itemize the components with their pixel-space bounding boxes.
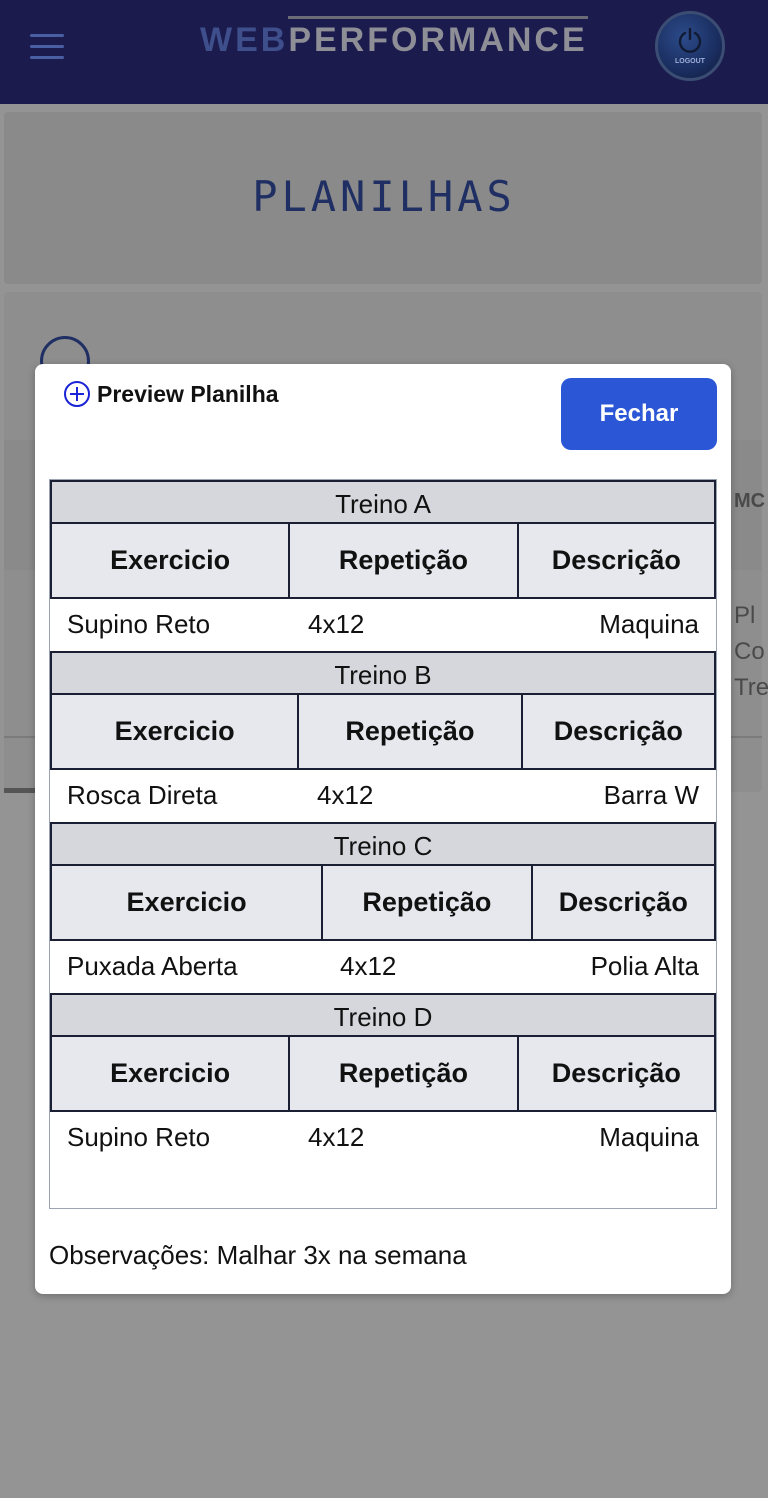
power-icon	[678, 27, 702, 53]
treino-block: Treino C Exercicio Repetição Descrição P…	[50, 822, 717, 993]
column-header-repeticao: Repetição	[290, 1037, 519, 1112]
preview-planilha-modal: Preview Planilha Fechar Treino A Exercic…	[35, 364, 731, 1294]
cell-repeticao: 4x12	[308, 1122, 365, 1152]
background-cell-text: Tre	[734, 674, 768, 701]
brand-performance-text: PERFORMANCE	[288, 16, 588, 59]
planilha-sheet: Treino A Exercicio Repetição Descrição S…	[49, 479, 717, 1209]
logout-button[interactable]: LOGOUT	[655, 11, 725, 81]
column-header-exercicio: Exercicio	[50, 695, 300, 770]
treino-block: Treino D Exercicio Repetição Descrição S…	[50, 993, 716, 1164]
cell-exercicio: Supino Reto	[67, 609, 211, 639]
treino-title: Treino A	[50, 480, 716, 524]
table-header-row: Exercicio Repetição Descrição	[50, 1037, 716, 1112]
column-header-descricao: Descrição	[518, 524, 716, 599]
page-title: PLANILHAS	[252, 172, 516, 221]
cell-exercicio: Puxada Aberta	[67, 951, 238, 981]
table-row: Supino Reto 4x12 Maquina	[50, 599, 716, 651]
cell-repeticao: 4x12	[308, 609, 365, 639]
cell-descricao: Maquina	[599, 1122, 699, 1152]
column-header-repeticao: Repetição	[299, 695, 523, 770]
modal-title: Preview Planilha	[97, 380, 279, 407]
column-header-descricao: Descrição	[518, 1037, 716, 1112]
column-header-descricao: Descrição	[532, 866, 717, 941]
table-header-row: Exercicio Repetição Descrição	[50, 866, 717, 941]
background-cell-text: Pl	[734, 602, 756, 629]
cell-descricao: Polia Alta	[590, 951, 699, 981]
treino-title: Treino B	[50, 651, 716, 695]
column-header-exercicio: Exercicio	[50, 866, 324, 941]
cell-repeticao: 4x12	[340, 951, 397, 981]
background-cell-text: Co	[734, 638, 765, 665]
hamburger-menu-icon[interactable]	[30, 34, 64, 60]
treino-block: Treino B Exercicio Repetição Descrição R…	[50, 651, 716, 822]
plus-circle-icon	[64, 381, 90, 407]
column-header-repeticao: Repetição	[290, 524, 519, 599]
logout-label: LOGOUT	[675, 58, 705, 65]
treino-title: Treino D	[50, 993, 716, 1037]
column-header-repeticao: Repetição	[323, 866, 533, 941]
cell-repeticao: 4x12	[317, 780, 374, 810]
table-header-row: Exercicio Repetição Descrição	[50, 695, 716, 770]
background-column-header: MC	[734, 490, 766, 512]
column-header-exercicio: Exercicio	[50, 1037, 291, 1112]
column-header-descricao: Descrição	[522, 695, 716, 770]
cell-descricao: Maquina	[599, 609, 699, 639]
divider	[4, 788, 38, 793]
treino-block: Treino A Exercicio Repetição Descrição S…	[50, 480, 716, 651]
cell-exercicio: Rosca Direta	[67, 780, 218, 810]
column-header-exercicio: Exercicio	[50, 524, 291, 599]
top-navbar: WEBPERFORMANCE LOGOUT	[0, 0, 768, 104]
brand-logo: WEBPERFORMANCE	[200, 16, 588, 60]
table-row: Rosca Direta 4x12 Barra W	[50, 770, 716, 822]
treino-title: Treino C	[50, 822, 716, 866]
table-row: Puxada Aberta 4x12 Polia Alta	[50, 941, 716, 993]
cell-descricao: Barra W	[603, 780, 699, 810]
modal-header: Preview Planilha	[63, 378, 279, 410]
observacoes-text: Observações: Malhar 3x na semana	[49, 1240, 467, 1270]
table-header-row: Exercicio Repetição Descrição	[50, 524, 716, 599]
close-button[interactable]: Fechar	[561, 378, 717, 450]
table-row: Supino Reto 4x12 Maquina	[50, 1112, 716, 1164]
brand-web-text: WEB	[200, 21, 289, 59]
cell-exercicio: Supino Reto	[67, 1122, 211, 1152]
